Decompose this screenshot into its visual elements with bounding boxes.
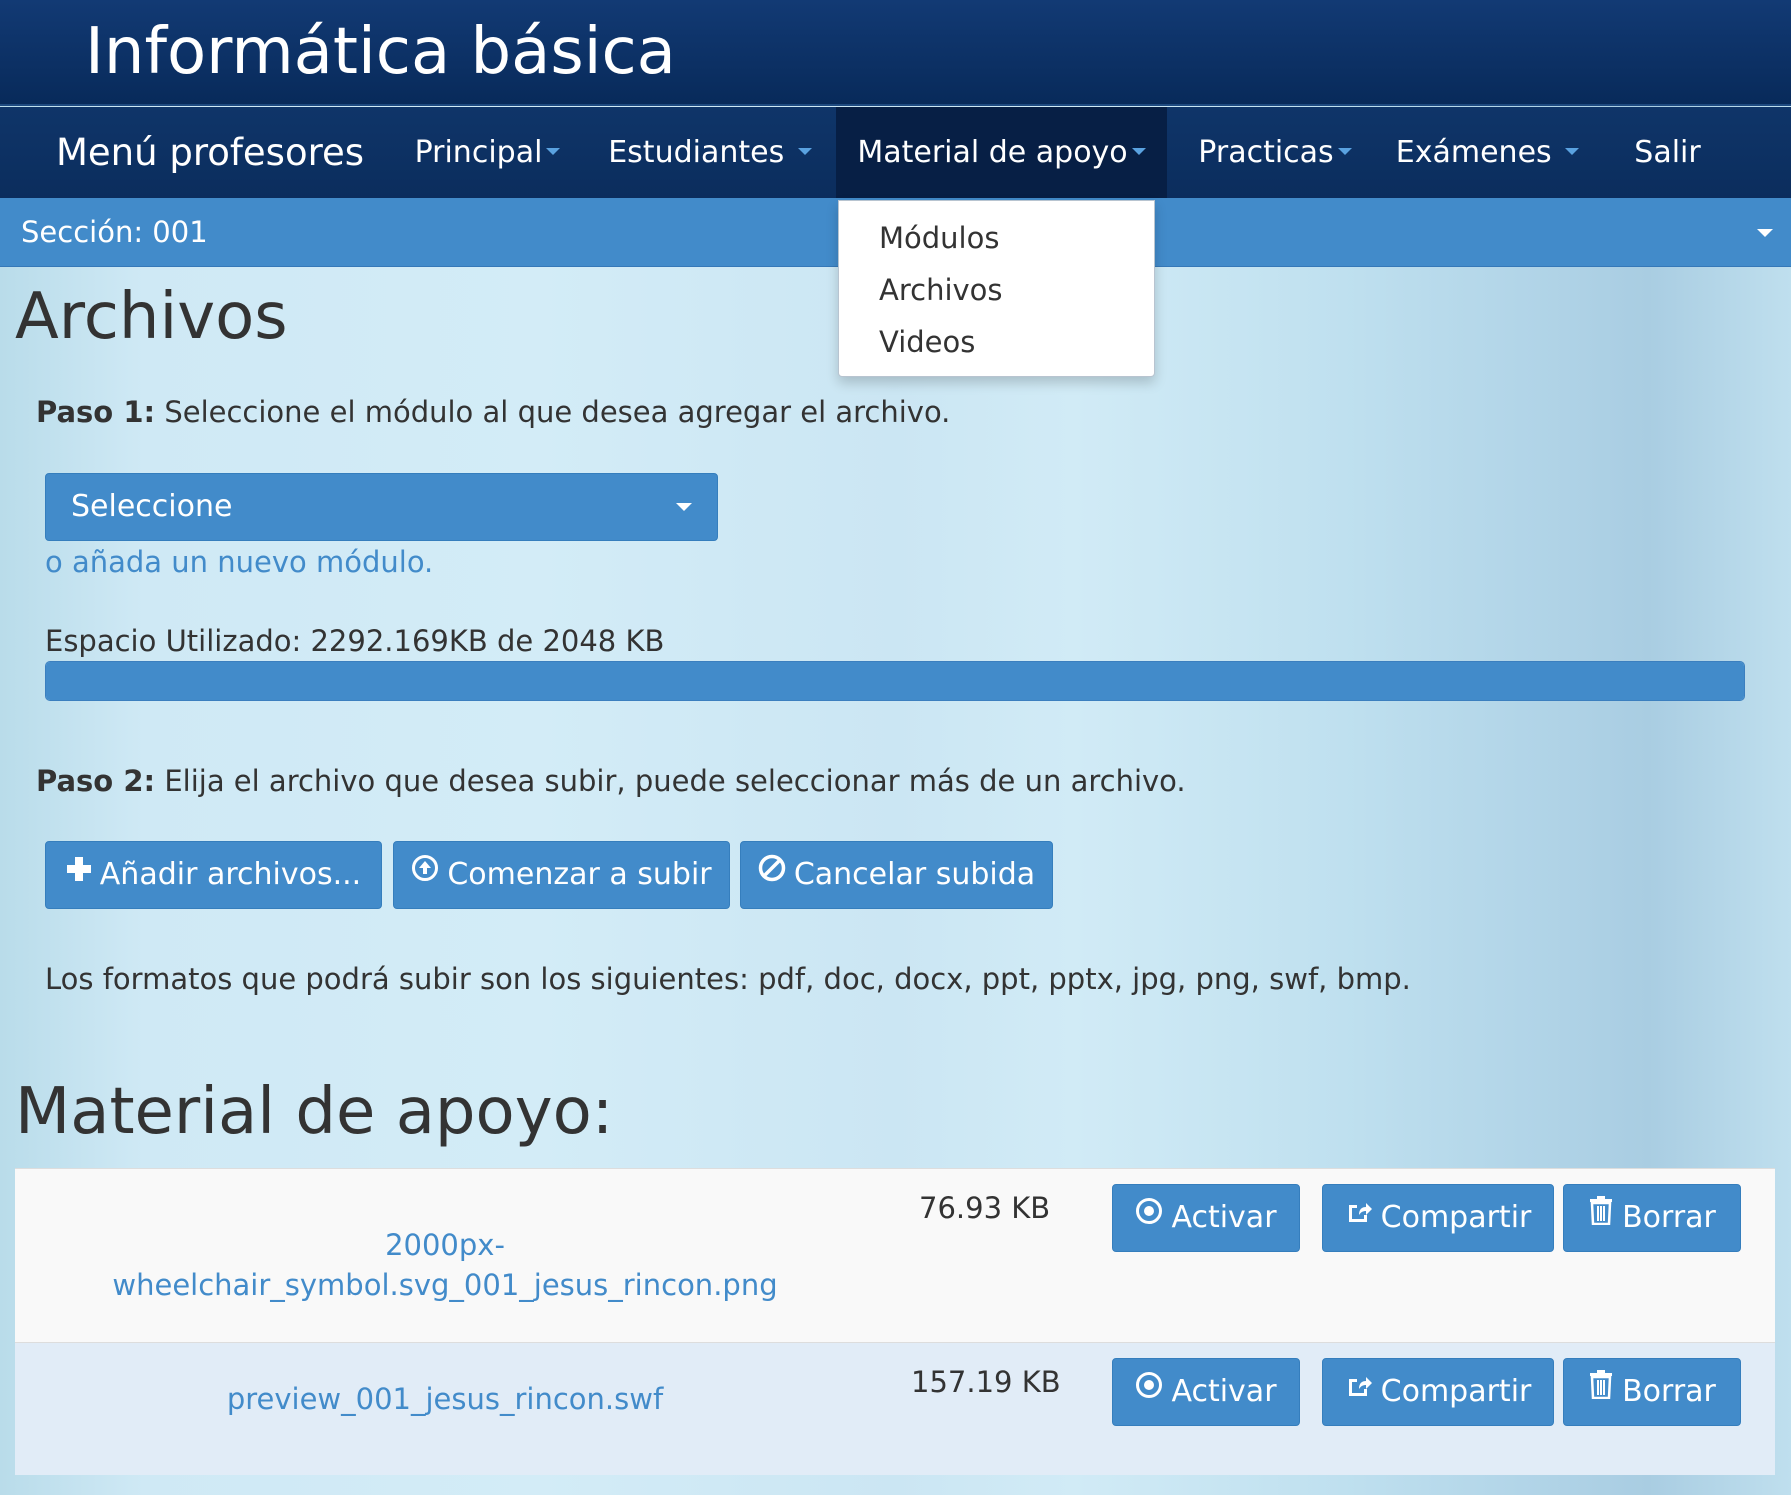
table-row: 2000px- wheelchair_symbol.svg_001_jesus_…: [15, 1168, 1775, 1342]
nav-item-examenes[interactable]: Exámenes: [1390, 107, 1585, 198]
record-circle-icon: [1135, 1357, 1163, 1423]
share-label: Compartir: [1380, 1200, 1532, 1235]
cancel-upload-label: Cancelar subida: [793, 857, 1036, 892]
caret-down-icon: [546, 148, 561, 155]
activate-label: Activar: [1171, 1374, 1277, 1409]
step2-text: Elija el archivo que desea subir, puede …: [155, 764, 1186, 798]
delete-label: Borrar: [1622, 1200, 1716, 1235]
material-dropdown-menu: Módulos Archivos Videos: [838, 200, 1155, 377]
nav-item-material-de-apoyo[interactable]: Material de apoyo: [836, 107, 1167, 198]
ban-icon: [758, 840, 786, 906]
nav-item-label: Estudiantes: [608, 135, 785, 170]
file-name-link[interactable]: preview_001_jesus_rincon.swf: [55, 1379, 835, 1419]
material-section-title: Material de apoyo:: [15, 1075, 614, 1149]
nav-item-label: Principal: [414, 135, 543, 170]
step2-instruction: Paso 2: Elija el archivo que desea subir…: [36, 764, 1186, 798]
activate-button[interactable]: Activar: [1112, 1184, 1300, 1252]
nav-item-label: Salir: [1634, 135, 1701, 170]
dropdown-item-modulos[interactable]: Módulos: [879, 221, 999, 255]
caret-down-icon: [1565, 148, 1580, 155]
file-size: 157.19 KB: [911, 1365, 1061, 1399]
space-used-label: Espacio Utilizado: 2292.169KB de 2048 KB: [45, 624, 665, 658]
module-select-value: Seleccione: [71, 489, 233, 524]
space-progress-bar: [45, 661, 1745, 701]
nav-item-salir[interactable]: Salir: [1620, 107, 1715, 198]
page-title: Archivos: [15, 280, 288, 354]
share-button[interactable]: Compartir: [1322, 1358, 1554, 1426]
dropdown-item-archivos[interactable]: Archivos: [879, 273, 1003, 307]
caret-down-icon: [1337, 148, 1352, 155]
caret-down-icon[interactable]: [1757, 229, 1773, 237]
share-icon: [1345, 1183, 1373, 1249]
add-module-link[interactable]: o añada un nuevo módulo.: [45, 545, 433, 579]
file-name-line: wheelchair_symbol.svg_001_jesus_rincon.p…: [112, 1268, 778, 1302]
main-navbar: Menú profesores Principal Estudiantes Ma…: [0, 107, 1791, 198]
app-title: Informática básica: [85, 15, 676, 89]
cancel-upload-button[interactable]: Cancelar subida: [740, 841, 1053, 909]
share-icon: [1345, 1357, 1373, 1423]
step1-text: Seleccione el módulo al que desea agrega…: [155, 395, 951, 429]
navbar-brand[interactable]: Menú profesores: [56, 107, 364, 198]
upload-circle-icon: [411, 840, 439, 906]
step2-prefix: Paso 2:: [36, 764, 156, 798]
nav-item-label: Practicas: [1198, 135, 1334, 170]
step1-instruction: Paso 1: Seleccione el módulo al que dese…: [36, 395, 950, 429]
nav-item-estudiantes[interactable]: Estudiantes: [600, 107, 820, 198]
file-size: 76.93 KB: [919, 1191, 1051, 1225]
nav-item-label: Exámenes: [1395, 135, 1552, 170]
trash-icon: [1588, 1357, 1614, 1423]
start-upload-button[interactable]: Comenzar a subir: [393, 841, 730, 909]
activate-button[interactable]: Activar: [1112, 1358, 1300, 1426]
dropdown-item-videos[interactable]: Videos: [879, 325, 975, 359]
share-button[interactable]: Compartir: [1322, 1184, 1554, 1252]
share-label: Compartir: [1380, 1374, 1532, 1409]
section-label: Sección: 001: [21, 215, 208, 249]
trash-icon: [1588, 1183, 1614, 1249]
add-files-label: Añadir archivos...: [99, 857, 362, 892]
nav-item-practicas[interactable]: Practicas: [1185, 107, 1365, 198]
record-circle-icon: [1135, 1183, 1163, 1249]
module-select[interactable]: Seleccione: [45, 473, 718, 541]
plus-icon: [66, 840, 92, 906]
caret-down-icon: [797, 148, 812, 155]
file-name-line: 2000px-: [385, 1228, 505, 1262]
nav-item-principal[interactable]: Principal: [400, 107, 575, 198]
delete-label: Borrar: [1622, 1374, 1716, 1409]
delete-button[interactable]: Borrar: [1563, 1184, 1741, 1252]
step1-prefix: Paso 1:: [36, 395, 156, 429]
file-name-link[interactable]: 2000px- wheelchair_symbol.svg_001_jesus_…: [55, 1225, 835, 1305]
allowed-formats-text: Los formatos que podrá subir son los sig…: [45, 962, 1411, 996]
activate-label: Activar: [1171, 1200, 1277, 1235]
start-upload-label: Comenzar a subir: [447, 857, 712, 892]
table-row: preview_001_jesus_rincon.swf 157.19 KB A…: [15, 1342, 1775, 1475]
app-header: Informática básica: [0, 0, 1791, 106]
caret-down-icon: [1131, 148, 1146, 155]
delete-button[interactable]: Borrar: [1563, 1358, 1741, 1426]
nav-item-label: Material de apoyo: [857, 135, 1128, 170]
add-files-button[interactable]: Añadir archivos...: [45, 841, 382, 909]
caret-down-icon: [676, 503, 692, 511]
space-progress-fill: [46, 662, 1744, 700]
